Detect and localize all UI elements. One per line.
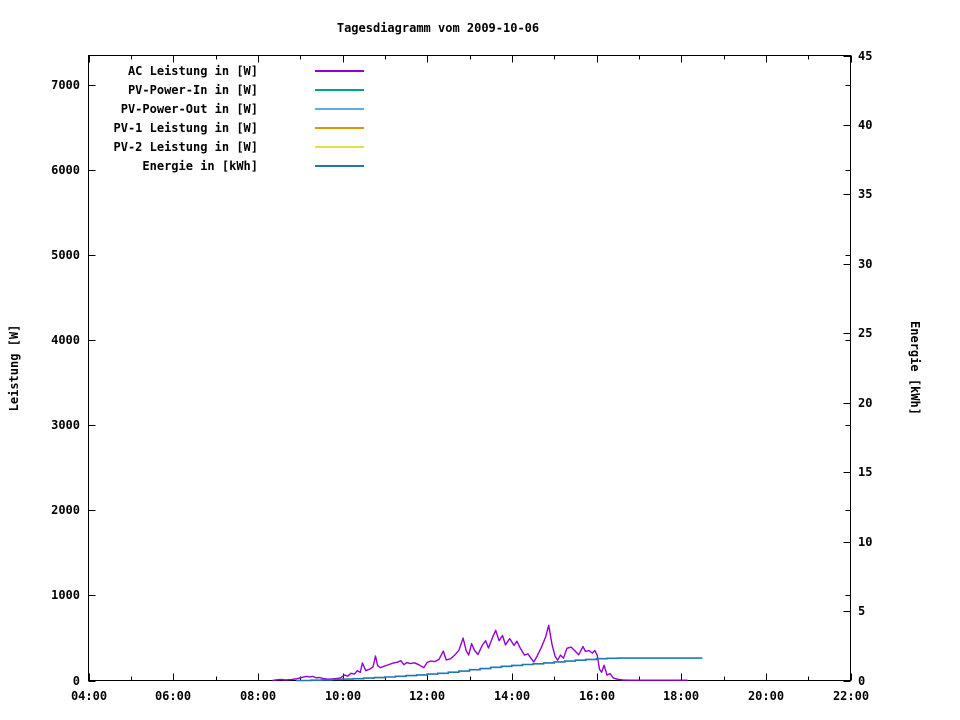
- axis-tick-label: 10: [858, 535, 873, 549]
- axis-tick-label: 18:00: [662, 689, 700, 703]
- axis-tick-label: 5: [858, 604, 866, 618]
- legend-line-sample: [315, 127, 364, 129]
- axis-tick-label: 10:00: [324, 689, 362, 703]
- axis-tick-label: 6000: [51, 163, 80, 177]
- legend-line-sample: [315, 108, 364, 110]
- chart-title: Tagesdiagramm vom 2009-10-06: [336, 21, 540, 35]
- legend-label: AC Leistung in [W]: [127, 64, 258, 78]
- axis-tick-label: 25: [858, 326, 873, 340]
- axis-tick-label: 1000: [51, 588, 80, 602]
- axis-tick-label: 0: [72, 674, 80, 688]
- axis-tick-label: 35: [858, 187, 873, 201]
- axis-tick-label: 16:00: [578, 689, 616, 703]
- axis-tick-label: 20:00: [747, 689, 785, 703]
- legend-line-sample: [315, 89, 364, 91]
- axis-tick-label: 7000: [51, 78, 80, 92]
- axis-tick-label: 12:00: [408, 689, 446, 703]
- axis-tick-label: 04:00: [70, 689, 108, 703]
- legend-line-sample: [315, 165, 364, 167]
- legend-label: PV-Power-Out in [W]: [120, 102, 258, 116]
- axis-tick-label: 4000: [51, 333, 80, 347]
- axis-tick-label: 5000: [51, 248, 80, 262]
- axis-tick-label: 2000: [51, 503, 80, 517]
- axis-tick-label: 40: [858, 118, 873, 132]
- legend-label: PV-1 Leistung in [W]: [113, 121, 259, 135]
- legend-line-sample: [315, 70, 364, 72]
- right-axis-label: Energie [kWh]: [908, 321, 922, 415]
- axis-tick-label: 06:00: [154, 689, 192, 703]
- axis-tick-label: 22:00: [832, 689, 870, 703]
- legend-line-sample: [315, 146, 364, 148]
- axis-tick-label: 14:00: [493, 689, 531, 703]
- axis-tick-label: 0: [858, 674, 866, 688]
- axis-tick-label: 45: [858, 49, 873, 63]
- legend-label: PV-2 Leistung in [W]: [113, 140, 259, 154]
- axis-tick-label: 30: [858, 257, 873, 271]
- chart-canvas: Tagesdiagramm vom 2009-10-06 Leistung [W…: [0, 0, 960, 720]
- axis-tick-label: 08:00: [239, 689, 277, 703]
- left-axis-label: Leistung [W]: [7, 324, 21, 412]
- axis-tick-label: 3000: [51, 418, 80, 432]
- axis-tick-label: 20: [858, 396, 873, 410]
- axis-tick-label: 15: [858, 465, 873, 479]
